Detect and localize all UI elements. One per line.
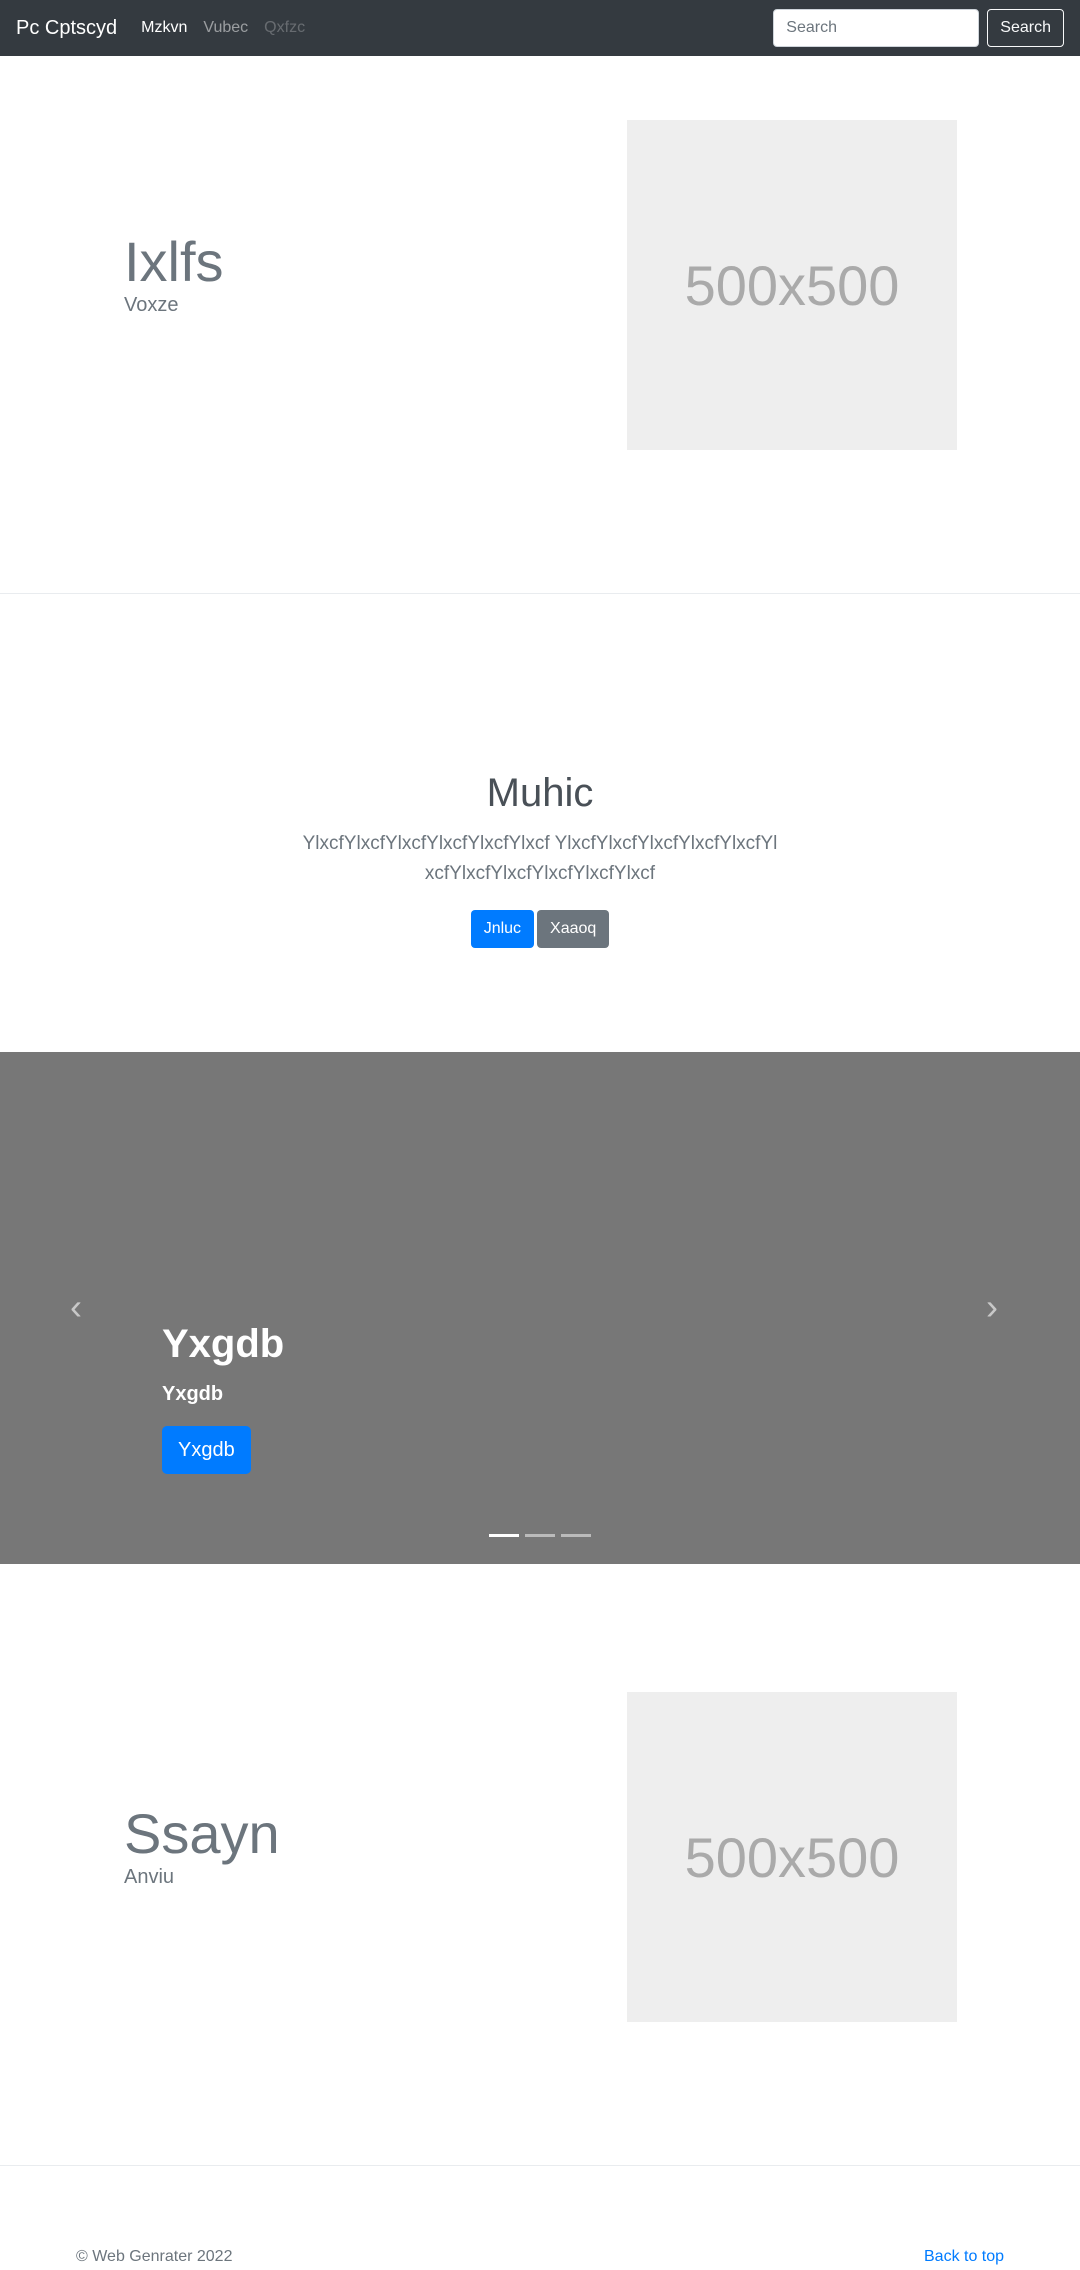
carousel-indicator[interactable] bbox=[489, 1534, 519, 1537]
carousel-text: Yxgdb bbox=[162, 1383, 224, 1405]
feature-section-1: Ixlfs Voxze 500x500 bbox=[0, 56, 1080, 594]
copyright-text: © Web Genrater 2022 bbox=[76, 2248, 233, 2265]
feature-subheading: Anviu bbox=[124, 1866, 175, 1888]
carousel-button[interactable]: Yxgdb bbox=[162, 1426, 251, 1474]
placeholder-image-label: 500x500 bbox=[684, 1825, 900, 1889]
nav-link-qxfzc: Qxfzc bbox=[264, 19, 306, 36]
feature-heading: Ssayn bbox=[124, 1802, 280, 1865]
nav-link-mzkvn[interactable]: Mzkvn bbox=[141, 19, 187, 37]
carousel-caption: Yxgdb Yxgdb Yxgdb bbox=[162, 1322, 284, 1474]
carousel-next-icon[interactable]: › bbox=[986, 1286, 998, 1328]
back-to-top-link[interactable]: Back to top bbox=[924, 2248, 1004, 2266]
carousel-title: Yxgdb bbox=[162, 1322, 285, 1366]
carousel-prev-icon[interactable]: ‹ bbox=[70, 1286, 82, 1328]
carousel: ‹ › Yxgdb Yxgdb Yxgdb bbox=[0, 1052, 1080, 1564]
primary-button[interactable]: Jnluc bbox=[470, 910, 535, 948]
jumbotron-buttons: Jnluc Xaaoq bbox=[0, 910, 1080, 948]
carousel-indicators bbox=[0, 1534, 1080, 1537]
placeholder-image: 500x500 bbox=[627, 1692, 957, 2022]
jumbotron-title: Muhic bbox=[486, 771, 594, 815]
feature-section-2: Ssayn Anviu 500x500 bbox=[0, 1564, 1080, 2166]
search-button[interactable]: Search bbox=[987, 9, 1064, 47]
navbar: Pc Cptscyd Mzkvn Vubec Qxfzc Search bbox=[0, 0, 1080, 56]
secondary-button[interactable]: Xaaoq bbox=[537, 910, 610, 948]
jumbotron-lead: YlxcfYlxcfYlxcfYlxcfYlxcfYlxcf YlxcfYlxc… bbox=[302, 833, 778, 884]
feature-subheading: Voxze bbox=[124, 294, 179, 316]
feature-heading: Ixlfs bbox=[124, 230, 224, 293]
nav-link-vubec[interactable]: Vubec bbox=[203, 19, 248, 37]
jumbotron: Muhic YlxcfYlxcfYlxcfYlxcfYlxcfYlxcf Ylx… bbox=[0, 594, 1080, 1052]
placeholder-image: 500x500 bbox=[627, 120, 957, 450]
navbar-brand[interactable]: Pc Cptscyd bbox=[16, 17, 117, 40]
carousel-indicator[interactable] bbox=[561, 1534, 591, 1537]
carousel-indicator[interactable] bbox=[525, 1534, 555, 1537]
placeholder-image-label: 500x500 bbox=[684, 253, 900, 317]
search-input[interactable] bbox=[773, 9, 980, 47]
